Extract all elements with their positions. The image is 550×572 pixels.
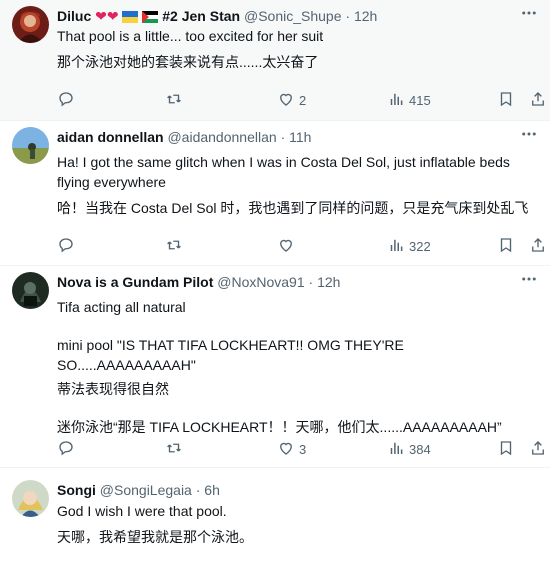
display-name[interactable]: Diluc (57, 8, 91, 24)
tweet-line: 蒂法表现得很自然 (57, 381, 169, 397)
view-count: 384 (409, 441, 431, 457)
timestamp[interactable]: 11h (289, 129, 311, 145)
bookmark-icon (497, 90, 515, 111)
views-button[interactable]: 415 (387, 90, 431, 110)
retweet-icon (165, 439, 183, 460)
tweet[interactable]: Nova is a Gundam Pilot @NoxNova91 · 12h … (0, 266, 550, 468)
timestamp[interactable]: 12h (317, 274, 340, 290)
tweet-line: mini pool "IS THAT TIFA LOCKHEART!! OMG … (57, 337, 408, 373)
more-icon (520, 270, 538, 293)
tweet[interactable]: Songi @SongiLegaia · 6h God I wish I wer… (0, 468, 550, 572)
reply-icon (57, 90, 75, 111)
tweet-line (57, 399, 534, 417)
heart-icon (277, 90, 295, 111)
like-count: 3 (299, 441, 307, 457)
retweet-button[interactable] (165, 236, 187, 256)
heart-emoji-icon: ❤❤ (95, 8, 119, 24)
ukraine-flag-icon (122, 8, 139, 28)
views-icon (387, 90, 405, 111)
tweet-actions: 2 415 (57, 90, 547, 110)
tweet-actions: 322 (57, 236, 547, 256)
avatar[interactable] (12, 272, 49, 309)
view-count: 415 (409, 92, 431, 108)
handle[interactable]: @SongiLegaia (100, 482, 192, 498)
share-button[interactable] (529, 439, 547, 459)
tweet-header: Songi @SongiLegaia · 6h (57, 480, 510, 500)
tweet-line: 天哪，我希望我就是那个泳池。 (57, 529, 253, 545)
handle[interactable]: @Sonic_Shupe (244, 8, 342, 24)
views-button[interactable]: 322 (387, 236, 431, 256)
share-button[interactable] (529, 90, 547, 110)
more-options-button[interactable] (518, 4, 540, 26)
tweet-text: That pool is a little... too excited for… (57, 26, 534, 72)
more-icon (520, 125, 538, 148)
reply-button[interactable] (57, 439, 79, 459)
tweet-header: aidan donnellan @aidandonnellan · 11h (57, 127, 510, 147)
separator: · (280, 129, 286, 145)
tweet-header: Diluc ❤❤ #2 Jen Stan @Sonic_Shupe · 12h (57, 6, 510, 26)
retweet-icon (165, 90, 183, 111)
separator: · (308, 274, 314, 290)
display-name[interactable]: Nova is a Gundam Pilot (57, 274, 213, 290)
avatar[interactable] (12, 6, 49, 43)
retweet-button[interactable] (165, 90, 187, 110)
like-button[interactable]: 2 (277, 90, 306, 110)
views-button[interactable]: 384 (387, 439, 431, 459)
separator: · (195, 482, 201, 498)
tweet-line: Tifa acting all natural (57, 299, 186, 315)
avatar[interactable] (12, 480, 49, 517)
tweet-header: Nova is a Gundam Pilot @NoxNova91 · 12h (57, 272, 510, 292)
tweet[interactable]: Diluc ❤❤ #2 Jen Stan @Sonic_Shupe · 12h … (0, 0, 550, 121)
heart-icon (277, 439, 295, 460)
tweet-line: God I wish I were that pool. (57, 503, 227, 519)
tweet[interactable]: aidan donnellan @aidandonnellan · 11h Ha… (0, 121, 550, 266)
share-icon (529, 90, 547, 111)
handle[interactable]: @NoxNova91 (217, 274, 304, 290)
handle[interactable]: @aidandonnellan (167, 129, 276, 145)
bookmark-button[interactable] (497, 90, 515, 110)
retweet-button[interactable] (165, 439, 187, 459)
timestamp[interactable]: 6h (204, 482, 220, 498)
timestamp[interactable]: 12h (354, 8, 377, 24)
views-icon (387, 439, 405, 460)
more-icon (520, 4, 538, 27)
tweet-text: Tifa acting all natural mini pool "IS TH… (57, 297, 534, 437)
like-button[interactable] (277, 236, 299, 256)
share-button[interactable] (529, 236, 547, 256)
tweet-text: God I wish I were that pool. 天哪，我希望我就是那个… (57, 501, 534, 547)
reply-button[interactable] (57, 236, 79, 256)
display-name-badge[interactable]: #2 Jen Stan (162, 8, 240, 24)
share-icon (529, 439, 547, 460)
avatar[interactable] (12, 127, 49, 164)
share-icon (529, 236, 547, 257)
palestine-flag-icon (142, 8, 159, 28)
more-options-button[interactable] (518, 270, 540, 292)
bookmark-button[interactable] (497, 236, 515, 256)
tweet-text: Ha! I got the same glitch when I was in … (57, 152, 534, 218)
like-button[interactable]: 3 (277, 439, 306, 459)
reply-icon (57, 236, 75, 257)
bookmark-button[interactable] (497, 439, 515, 459)
tweet-line: That pool is a little... too excited for… (57, 28, 324, 44)
more-options-button[interactable] (518, 125, 540, 147)
heart-icon (277, 236, 295, 257)
views-icon (387, 236, 405, 257)
tweet-line: Ha! I got the same glitch when I was in … (57, 154, 514, 190)
tweet-actions: 3 384 (57, 439, 547, 459)
tweet-line (57, 317, 534, 335)
tweet-line: 迷你泳池“那是 TIFA LOCKHEART！！天哪，他们太......AAAA… (57, 419, 502, 435)
reply-icon (57, 439, 75, 460)
view-count: 322 (409, 238, 431, 254)
tweet-line: 那个泳池对她的套装来说有点......太兴奋了 (57, 54, 319, 70)
like-count: 2 (299, 92, 307, 108)
bookmark-icon (497, 439, 515, 460)
bookmark-icon (497, 236, 515, 257)
retweet-icon (165, 236, 183, 257)
display-name[interactable]: Songi (57, 482, 96, 498)
separator: · (345, 8, 351, 24)
tweet-line: 哈！当我在 Costa Del Sol 时，我也遇到了同样的问题，只是充气床到处… (57, 200, 529, 216)
reply-button[interactable] (57, 90, 79, 110)
display-name[interactable]: aidan donnellan (57, 129, 164, 145)
